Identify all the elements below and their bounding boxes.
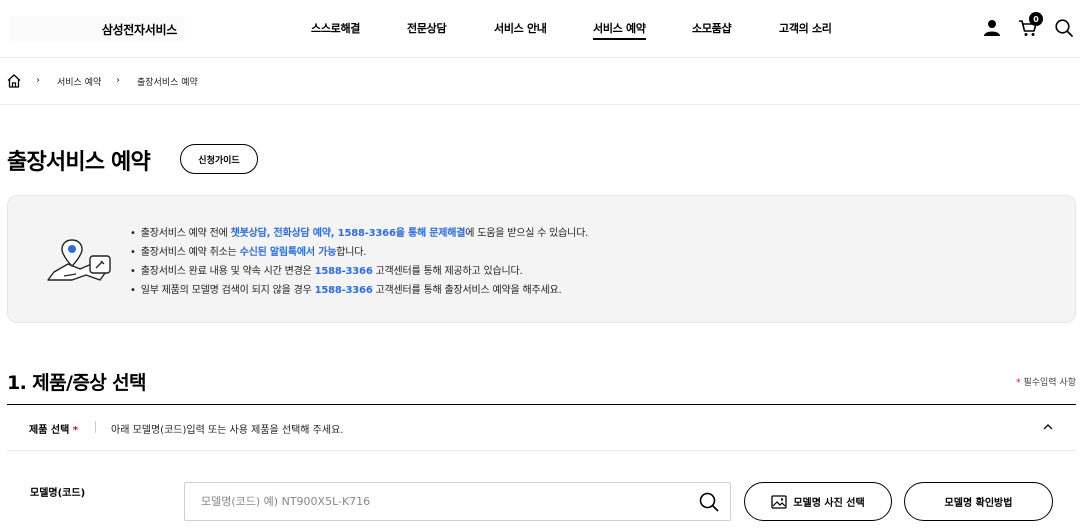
nav-item-consult[interactable]: 전문상담 [407, 20, 447, 36]
section-title: 1. 제품/증상 선택 [7, 372, 146, 394]
chevron-right-icon: › [116, 75, 120, 86]
cart-count-badge: 0 [1029, 12, 1043, 26]
model-check-method-button[interactable]: 모델명 확인방법 [904, 482, 1053, 521]
nav-item-service-reservation[interactable]: 서비스 예약 [593, 20, 646, 40]
notice-item: 출장서비스 예약 취소는 수신된 알림톡에서 가능합니다. [130, 243, 588, 262]
chevron-up-icon[interactable] [1040, 419, 1056, 435]
notice-list: 출장서비스 예약 전에 챗봇상담, 전화상담 예약, 1588-3366을 통해… [130, 224, 589, 300]
breadcrumb: › 서비스 예약 › 출장서비스 예약 [0, 59, 1080, 105]
model-code-label: 모델명(코드) [30, 488, 86, 499]
home-icon[interactable] [6, 73, 24, 91]
divider [95, 421, 96, 433]
model-photo-select-button[interactable]: 모델명 사진 선택 [744, 482, 892, 521]
search-icon[interactable] [1052, 14, 1076, 42]
notice-box: 출장서비스 예약 전에 챗봇상담, 전화상담 예약, 1588-3366을 통해… [7, 195, 1076, 323]
nav-item-service-info[interactable]: 서비스 안내 [494, 20, 547, 36]
notice-link[interactable]: 수신된 알림톡에서 가능 [240, 247, 337, 258]
required-note: * 필수입력 사항 [1016, 378, 1076, 388]
cart-icon[interactable]: 0 [1016, 12, 1043, 42]
breadcrumb-item-service-reservation[interactable]: 서비스 예약 [57, 75, 101, 88]
notice-link[interactable]: 1588-3366 [315, 266, 373, 277]
logo-text: 삼성전자서비스 [101, 22, 177, 37]
user-icon[interactable] [980, 14, 1004, 42]
model-photo-select-label: 모델명 사진 선택 [793, 498, 865, 509]
product-select-label: 제품 선택 * [29, 425, 79, 436]
page-title: 출장서비스 예약 [7, 150, 151, 175]
nav-item-parts-shop[interactable]: 소모품샵 [692, 20, 732, 36]
notice-item: 출장서비스 완료 내용 및 약속 시간 변경은 1588-3366 고객센터를 … [130, 262, 588, 281]
search-icon[interactable] [698, 491, 720, 513]
nav-item-self-solve[interactable]: 스스로해결 [311, 20, 360, 36]
logo[interactable]: 삼성전자서비스 [10, 16, 185, 42]
breadcrumb-item-visit-service[interactable]: 출장서비스 예약 [137, 75, 198, 88]
chevron-right-icon: › [36, 75, 40, 86]
notice-item: 일부 제품의 모델명 검색이 되지 않을 경우 1588-3366 고객센터를 … [130, 281, 588, 300]
model-code-input[interactable] [185, 483, 685, 520]
model-search-box [184, 482, 731, 521]
product-select-description: 아래 모델명(코드)입력 또는 사용 제품을 선택해 주세요. [111, 425, 344, 436]
notice-item: 출장서비스 예약 전에 챗봇상담, 전화상담 예약, 1588-3366을 통해… [130, 224, 589, 243]
application-guide-button[interactable]: 신청가이드 [180, 144, 258, 174]
product-select-row[interactable]: 제품 선택 * 아래 모델명(코드)입력 또는 사용 제품을 선택해 주세요. [7, 405, 1076, 451]
site-header: 삼성전자서비스 스스로해결 전문상담 서비스 안내 서비스 예약 소모품샵 고객… [0, 0, 1080, 58]
model-check-method-label: 모델명 확인방법 [944, 498, 1013, 509]
image-icon [771, 494, 787, 509]
notice-link[interactable]: 1588-3366 [315, 285, 373, 296]
notice-link[interactable]: 챗봇상담, 전화상담 예약, 1588-3366을 통해 문제해결 [231, 228, 466, 239]
nav-item-customer-voice[interactable]: 고객의 소리 [779, 20, 832, 36]
map-location-icon [46, 236, 116, 284]
